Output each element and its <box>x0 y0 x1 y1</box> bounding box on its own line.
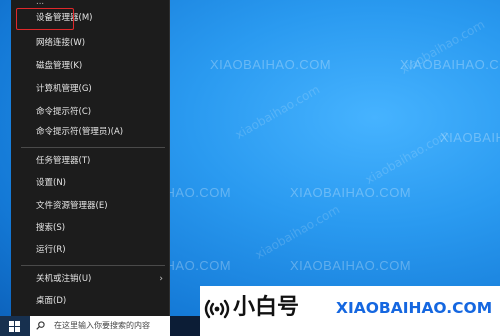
menu-separator <box>21 265 165 266</box>
windows-logo-icon <box>9 321 20 332</box>
sound-wave-icon <box>204 299 230 319</box>
menu-item-label: 关机或注销(U) <box>36 274 92 284</box>
watermark-site: XIAOBAIHAO.COM <box>290 185 412 200</box>
menu-item-command-prompt[interactable]: 命令提示符(C) <box>11 102 170 123</box>
brand-domain: XIAOBAIHAO.COM <box>336 299 493 317</box>
watermark-site: XIAOBAIHAO.COM <box>290 258 412 273</box>
watermark-site: XIAOBAIHAO.COM <box>210 57 332 72</box>
menu-item-partial[interactable]: ... <box>11 0 170 8</box>
menu-item-computer-management[interactable]: 计算机管理(G) <box>11 79 170 100</box>
brand-name: 小白号 <box>233 295 300 320</box>
menu-item-desktop[interactable]: 桌面(D) <box>11 291 170 312</box>
menu-item-command-prompt-admin[interactable]: 命令提示符(管理员)(A) <box>11 122 170 143</box>
menu-item-task-manager[interactable]: 任务管理器(T) <box>11 151 170 172</box>
highlight-box <box>16 8 74 30</box>
winx-menu: ... 设备管理器(M) 网络连接(W) 磁盘管理(K) 计算机管理(G) 命令… <box>11 0 170 316</box>
menu-separator <box>21 147 165 148</box>
search-placeholder: 在这里输入你要搜索的内容 <box>54 321 150 330</box>
menu-item-file-explorer[interactable]: 文件资源管理器(E) <box>11 196 170 217</box>
taskbar-search-box[interactable]: 在这里输入你要搜索的内容 <box>30 316 170 336</box>
menu-item-settings[interactable]: 设置(N) <box>11 173 170 194</box>
menu-item-shutdown-signout[interactable]: 关机或注销(U) › <box>11 269 170 290</box>
menu-item-search[interactable]: 搜索(S) <box>11 218 170 239</box>
menu-item-run[interactable]: 运行(R) <box>11 240 170 261</box>
search-icon <box>36 321 45 330</box>
chevron-right-icon: › <box>159 274 163 284</box>
menu-item-network-connections[interactable]: 网络连接(W) <box>11 33 170 54</box>
menu-item-disk-management[interactable]: 磁盘管理(K) <box>11 56 170 77</box>
